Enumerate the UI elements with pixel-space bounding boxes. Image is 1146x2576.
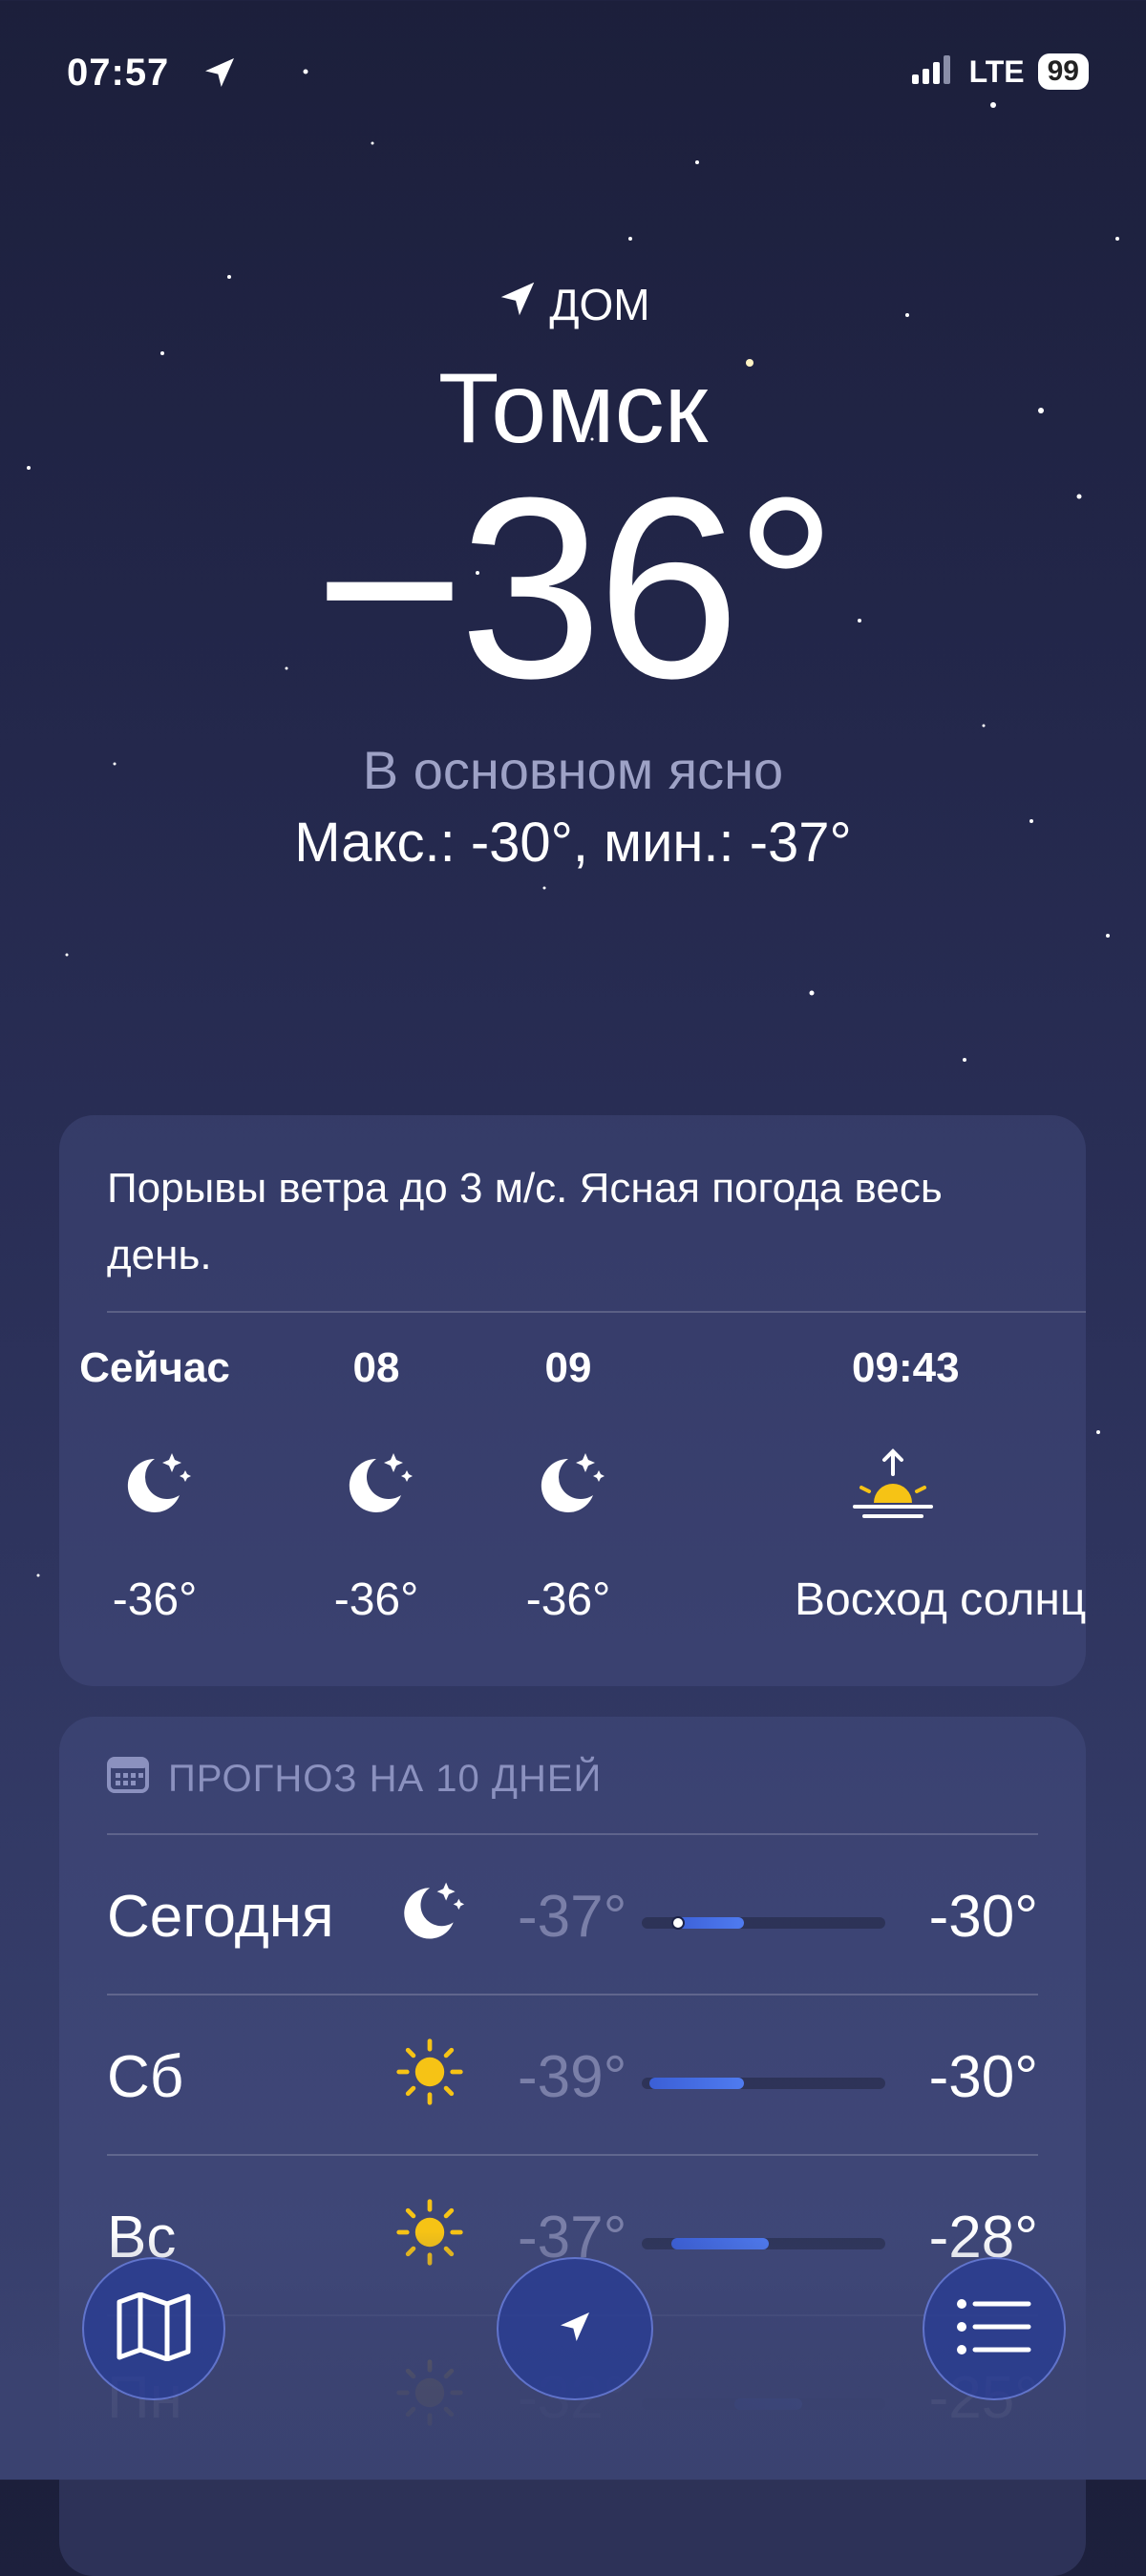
weather-summary: Порывы ветра до 3 м/с. Ясная погода весь… bbox=[107, 1165, 943, 1278]
divider bbox=[107, 1833, 1038, 1835]
status-time: 07:57 bbox=[67, 52, 170, 94]
hourly-item-sunrise: 09:43 Восход солнц bbox=[795, 1344, 1146, 1626]
temperature-range-bar bbox=[642, 1916, 885, 1930]
map-button[interactable] bbox=[82, 2257, 225, 2400]
current-temperature: −36° bbox=[314, 445, 838, 732]
forecast-high: -30° bbox=[928, 2044, 1038, 2110]
moon-stars-icon bbox=[59, 1446, 250, 1522]
hour-temperature: -36° bbox=[525, 1574, 611, 1625]
ten-day-forecast-card[interactable]: ПРОГНОЗ НА 10 ДНЕЙ Сегодня -37° -30° Сб bbox=[59, 1717, 1086, 2576]
forecast-high: -30° bbox=[928, 1884, 1038, 1950]
divider bbox=[107, 2154, 1038, 2156]
location-arrow-icon bbox=[201, 53, 239, 96]
locations-list-button[interactable] bbox=[923, 2257, 1066, 2400]
forecast-day: Сегодня bbox=[107, 1884, 334, 1950]
sun-icon bbox=[393, 2036, 466, 2113]
temperature-range-fill bbox=[733, 2398, 803, 2410]
home-label: ДОМ bbox=[0, 277, 1146, 331]
network-type: LTE bbox=[968, 53, 1025, 89]
moon-stars-icon bbox=[393, 1875, 466, 1953]
calendar-icon bbox=[107, 1755, 149, 1803]
hour-label: 09 bbox=[544, 1344, 592, 1391]
moon-stars-icon bbox=[281, 1446, 472, 1522]
temperature-range-bar bbox=[642, 2398, 885, 2410]
temperature-range-fill bbox=[670, 2238, 769, 2249]
status-bar: 07:57 LTE 99 bbox=[67, 48, 1089, 101]
divider bbox=[107, 1311, 1086, 1313]
signal-icon bbox=[911, 54, 956, 89]
map-icon bbox=[116, 2291, 192, 2366]
divider bbox=[107, 1994, 1038, 1995]
forecast-low: -39° bbox=[518, 2044, 627, 2110]
battery-indicator: 99 bbox=[1037, 53, 1089, 90]
sunrise-label: Восход солнц bbox=[795, 1574, 1087, 1625]
temperature-range-fill bbox=[648, 2078, 745, 2089]
forecast-row[interactable]: Сегодня -37° -30° bbox=[107, 1833, 1038, 1994]
location-arrow-icon bbox=[496, 277, 540, 331]
hour-label: Сейчас bbox=[79, 1344, 230, 1391]
hourly-forecast-card[interactable]: Порывы ветра до 3 м/с. Ясная погода весь… bbox=[59, 1115, 1086, 1686]
moon-stars-icon bbox=[473, 1446, 664, 1522]
weather-header: ДОМ Томск −36° В основном ясно Макс.: -3… bbox=[0, 277, 1146, 875]
high-low-temperature: Макс.: -30°, мин.: -37° bbox=[294, 812, 852, 874]
forecast-day: Сб bbox=[107, 2044, 184, 2110]
hour-label: 09:43 bbox=[852, 1344, 960, 1391]
location-arrow-icon bbox=[556, 2308, 594, 2351]
forecast-low: -37° bbox=[518, 1884, 627, 1950]
list-icon bbox=[956, 2298, 1032, 2360]
weather-condition: В основном ясно bbox=[362, 740, 784, 800]
forecast-title: ПРОГНОЗ НА 10 ДНЕЙ bbox=[107, 1755, 602, 1803]
sunrise-icon bbox=[795, 1446, 1146, 1522]
temperature-range-bar bbox=[642, 2078, 885, 2089]
temperature-range-bar bbox=[642, 2238, 885, 2249]
hourly-item: Сейчас -36° bbox=[59, 1344, 250, 1626]
hour-temperature: -36° bbox=[112, 1574, 198, 1625]
forecast-title-text: ПРОГНОЗ НА 10 ДНЕЙ bbox=[168, 1757, 603, 1800]
hourly-item: 08 -36° bbox=[281, 1344, 472, 1626]
home-label-text: ДОМ bbox=[549, 279, 650, 329]
forecast-row[interactable]: Сб -39° -30° bbox=[107, 1994, 1038, 2154]
hour-temperature: -36° bbox=[333, 1574, 419, 1625]
hourly-item: 09 -36° bbox=[473, 1344, 664, 1626]
current-location-button[interactable] bbox=[497, 2257, 653, 2400]
sun-icon bbox=[393, 2196, 466, 2273]
hour-label: 08 bbox=[352, 1344, 400, 1391]
sun-icon bbox=[393, 2356, 466, 2434]
